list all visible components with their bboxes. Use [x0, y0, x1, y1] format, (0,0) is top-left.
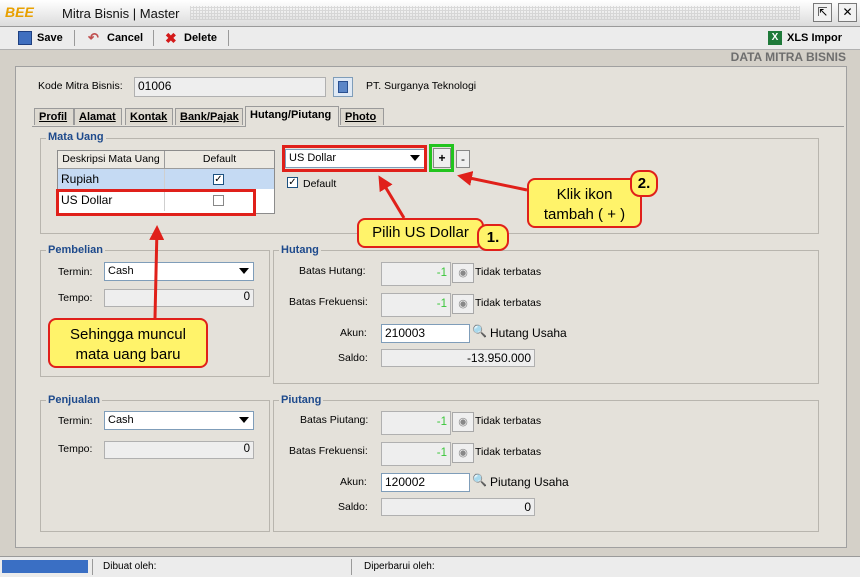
callout-klik-line1: Klik ikon	[556, 186, 613, 203]
callout-muncul: Sehingga muncul mata uang baru	[48, 318, 208, 368]
status-divider	[351, 559, 352, 575]
callout-step-1: 1.	[477, 224, 509, 251]
callout-muncul-line2: mata uang baru	[75, 346, 181, 363]
callout-pilih-text: Pilih US Dollar	[372, 224, 469, 241]
dibuat-oleh-label: Dibuat oleh:	[103, 561, 157, 572]
status-bar: Dibuat oleh: Diperbarui oleh:	[0, 556, 860, 577]
callout-pilih: Pilih US Dollar	[357, 218, 484, 248]
callout-muncul-line1: Sehingga muncul	[70, 326, 186, 343]
callout-step-2: 2.	[630, 170, 658, 197]
status-divider	[92, 559, 93, 575]
arrow-to-select	[378, 175, 406, 219]
status-progress-block	[2, 560, 88, 573]
callout-klik: Klik ikon tambah ( + )	[527, 178, 642, 228]
annotation-arrows	[149, 171, 528, 319]
diperbarui-oleh-label: Diperbarui oleh:	[364, 561, 435, 572]
callout-klik-line2: tambah ( + )	[543, 206, 626, 223]
arrow-to-new-row	[149, 225, 165, 319]
arrow-to-add-button	[457, 171, 528, 192]
